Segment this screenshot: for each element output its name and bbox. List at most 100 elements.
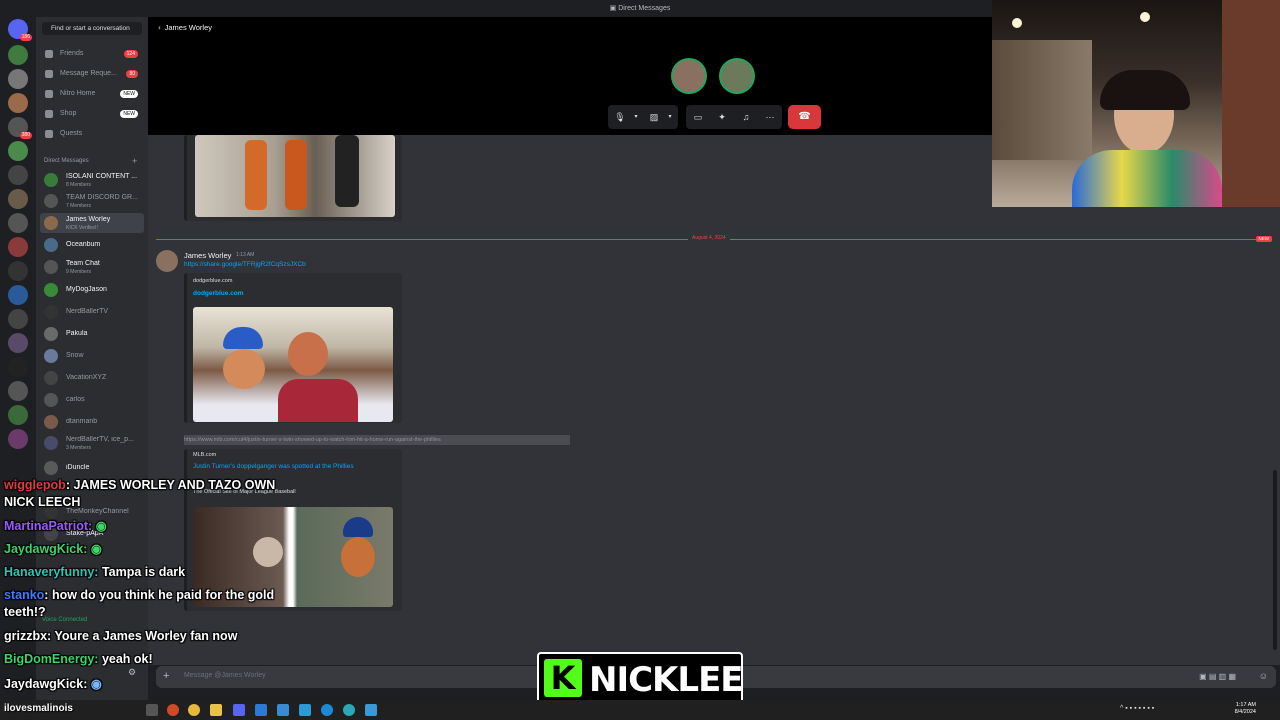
server-icon[interactable]: [8, 309, 28, 329]
friends-badge: 124: [123, 50, 138, 58]
mic-icon[interactable]: 🎙: [614, 111, 626, 123]
file-explorer-icon[interactable]: [210, 704, 222, 716]
server-icon[interactable]: [8, 381, 28, 401]
server-icon[interactable]: [8, 93, 28, 113]
nav-quests[interactable]: Quests: [42, 126, 146, 142]
app-icon[interactable]: [343, 704, 355, 716]
embed-image[interactable]: [193, 307, 393, 422]
nav-friends[interactable]: Friends 124: [42, 46, 146, 62]
dm-item[interactable]: TEAM DISCORD GR... 7 Members: [40, 191, 144, 211]
avatar: [44, 371, 58, 385]
streamer-shirt: [1072, 150, 1222, 207]
nav-shop[interactable]: Shop NEW: [42, 106, 146, 122]
embed-site: dodgerblue.com: [193, 278, 233, 284]
server-icon[interactable]: 380: [8, 117, 32, 139]
avatar: [44, 393, 58, 407]
chevron-down-icon[interactable]: ▾: [630, 111, 642, 123]
app-icon[interactable]: [167, 704, 179, 716]
dm-item[interactable]: NerdBallerTV, ice_p... 3 Members: [40, 433, 144, 453]
more-icon[interactable]: ⋯: [764, 111, 776, 123]
dm-item[interactable]: carlos: [40, 390, 144, 410]
soundboard-icon[interactable]: ♫: [740, 111, 752, 123]
attached-image[interactable]: [195, 135, 395, 217]
server-icon[interactable]: [8, 69, 28, 89]
gift-icon[interactable]: ▣ ▤ ▥ ▦: [1199, 672, 1236, 681]
home-server-icon[interactable]: 186: [8, 19, 32, 41]
server-icon[interactable]: [8, 357, 28, 377]
avatar[interactable]: [156, 250, 178, 272]
server-icon[interactable]: [8, 213, 28, 233]
face: [253, 537, 283, 567]
avatar: [44, 415, 58, 429]
add-dm-icon[interactable]: +: [132, 156, 137, 166]
dm-item[interactable]: MyDogJason: [40, 280, 144, 300]
avatar: [44, 436, 58, 450]
chevron-down-icon[interactable]: ▾: [664, 111, 676, 123]
dm-item[interactable]: Team Chat 9 Members: [40, 257, 144, 277]
app-icon[interactable]: [277, 704, 289, 716]
message-requests-icon: [45, 70, 53, 78]
server-icon[interactable]: [8, 405, 28, 425]
server-icon[interactable]: [8, 189, 28, 209]
message-link[interactable]: https://share.google/TFRjgR2fCqSzsJXCb: [184, 261, 306, 268]
dm-item[interactable]: NerdBallerTV: [40, 302, 144, 322]
dm-item[interactable]: dtanmanb: [40, 412, 144, 432]
dm-item[interactable]: Snow: [40, 346, 144, 366]
dm-item[interactable]: ISOLANI CONTENT ... 8 Members: [40, 170, 144, 190]
server-icon[interactable]: [8, 429, 28, 449]
settings-gear-icon[interactable]: ⚙: [128, 667, 136, 678]
tray-icons[interactable]: ^ ▪ ▪ ▪ ▪ ▪ ▪ ▪: [1120, 705, 1154, 712]
figure: [245, 140, 267, 210]
face: [223, 349, 265, 389]
dm-item[interactable]: VacationXYZ: [40, 368, 144, 388]
camera-off-icon[interactable]: ▨: [648, 111, 660, 123]
server-icon[interactable]: [8, 165, 28, 185]
avatar: [44, 173, 58, 187]
server-icon[interactable]: [8, 285, 28, 305]
emoji-icon[interactable]: ☺: [1259, 671, 1268, 681]
message-link[interactable]: https://www.mlb.com/cut4/justin-turner-s…: [184, 435, 570, 445]
clock[interactable]: 1:17 AM 8/4/2024: [1235, 702, 1256, 716]
dm-item[interactable]: Pakula: [40, 324, 144, 344]
friends-icon: [45, 50, 53, 58]
nav-nitro-home[interactable]: Nitro Home NEW: [42, 86, 146, 102]
message-author[interactable]: James Worley: [184, 251, 231, 260]
add-attachment-icon[interactable]: +: [163, 670, 169, 682]
app-icon[interactable]: [299, 704, 311, 716]
disconnect-button[interactable]: ☎: [788, 105, 821, 129]
server-icon[interactable]: [8, 333, 28, 353]
nav-message-requests[interactable]: Message Reque... 80: [42, 66, 146, 82]
dm-item-james-worley[interactable]: James Worley KICK Verified !: [40, 213, 144, 233]
streamer-hair: [1100, 70, 1190, 110]
screen-share-icon[interactable]: ▭: [692, 111, 704, 123]
message-input[interactable]: Message @James Worley: [184, 672, 266, 679]
embed-title[interactable]: dodgerblue.com: [193, 290, 244, 297]
image-embed: [184, 135, 402, 221]
dm-item[interactable]: Oceanbum: [40, 235, 144, 255]
avatar: [44, 349, 58, 363]
embed-title[interactable]: Justin Turner's doppelganger was spotted…: [193, 463, 354, 470]
search-input[interactable]: Find or start a conversation: [42, 22, 142, 35]
app-icon[interactable]: [255, 704, 267, 716]
at-icon: ◐: [158, 23, 165, 32]
edge-icon[interactable]: [321, 704, 333, 716]
dm-icon: ▣: [609, 5, 619, 12]
app-icon[interactable]: [365, 704, 377, 716]
face: [288, 332, 328, 376]
dm-item[interactable]: iDuncle: [40, 458, 144, 478]
task-view-icon[interactable]: [146, 704, 158, 716]
streamer-name: NICKLEE: [589, 660, 744, 700]
server-icon[interactable]: [8, 45, 28, 65]
server-icon[interactable]: [8, 141, 28, 161]
activities-icon[interactable]: ✦: [716, 111, 728, 123]
participant-avatar[interactable]: [671, 58, 707, 94]
dm-section-header: Direct Messages: [44, 158, 89, 164]
message-scrollbar[interactable]: [1273, 470, 1277, 650]
server-icon[interactable]: [8, 261, 28, 281]
chat-message: JaydawgKick: ◉: [4, 677, 102, 691]
chrome-icon[interactable]: [188, 704, 200, 716]
participant-avatar[interactable]: [719, 58, 755, 94]
server-icon[interactable]: [8, 237, 28, 257]
emote-icon: ◉: [90, 542, 102, 556]
discord-icon[interactable]: [233, 704, 245, 716]
